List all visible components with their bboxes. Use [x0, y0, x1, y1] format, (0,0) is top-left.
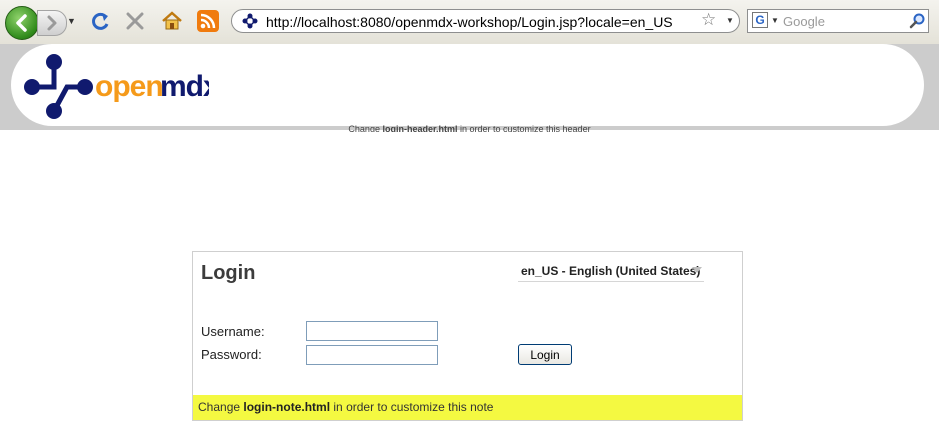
locale-select[interactable]: en_US - English (United States) [518, 262, 704, 282]
url-text[interactable]: http://localhost:8080/openmdx-workshop/L… [266, 14, 673, 30]
url-dropdown-icon[interactable]: ▼ [726, 16, 734, 25]
username-label: Username: [201, 324, 265, 339]
back-icon [16, 14, 27, 32]
login-button[interactable]: Login [518, 344, 572, 365]
locale-selected-value[interactable]: en_US - English (United States) [521, 264, 700, 278]
search-box[interactable]: G ▼ Google [747, 9, 929, 33]
site-icon [242, 13, 258, 29]
login-note: Change login-note.html in order to custo… [193, 395, 742, 420]
home-icon[interactable] [160, 9, 184, 33]
reload-icon[interactable] [88, 9, 112, 33]
forward-icon [47, 15, 57, 31]
login-panel: Login en_US - English (United States) Us… [192, 251, 743, 421]
back-button[interactable] [5, 6, 39, 40]
login-title: Login [201, 262, 256, 284]
svg-text:mdx: mdx [160, 70, 209, 103]
search-icon[interactable] [908, 12, 926, 30]
svg-text:open: open [95, 70, 163, 103]
search-input[interactable]: Google [783, 14, 825, 29]
stop-icon[interactable] [123, 9, 147, 33]
password-field[interactable] [306, 345, 438, 365]
password-label: Password: [201, 347, 262, 362]
openmdx-logo: open mdx [24, 54, 209, 119]
header-panel: open mdx [11, 44, 924, 126]
bookmark-star-icon[interactable]: ☆ [701, 10, 716, 30]
browser-toolbar: ▼ http://localhost:8080/openmdx-workshop… [0, 0, 939, 45]
google-icon[interactable]: G [752, 12, 768, 28]
history-dropdown-icon[interactable]: ▼ [67, 16, 76, 26]
engine-dropdown-icon[interactable]: ▼ [771, 16, 779, 25]
page-header: open mdx [0, 44, 939, 130]
address-bar[interactable]: http://localhost:8080/openmdx-workshop/L… [231, 9, 740, 33]
forward-button[interactable] [37, 10, 67, 36]
header-note: Change login-header.html in order to cus… [348, 124, 591, 132]
chevron-down-icon[interactable] [692, 267, 702, 273]
username-field[interactable] [306, 321, 438, 341]
rss-icon[interactable] [196, 9, 220, 33]
